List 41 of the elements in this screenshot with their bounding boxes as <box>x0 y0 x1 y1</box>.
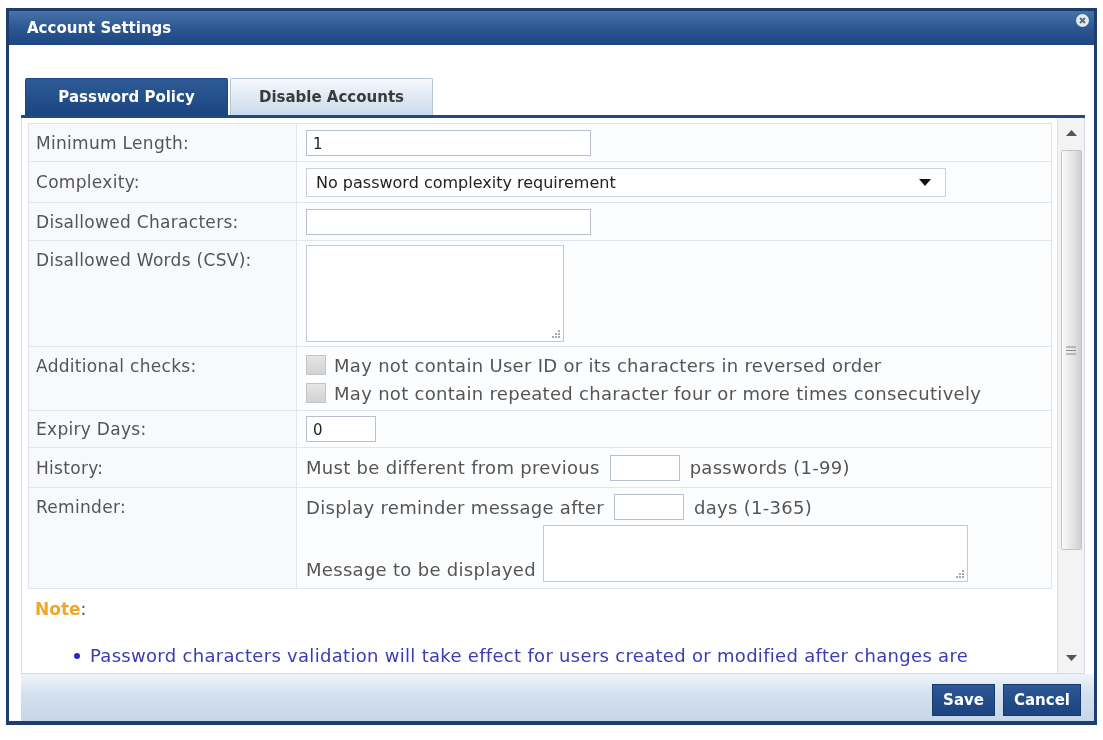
dialog-button[interactable]: Save <box>932 683 995 716</box>
field-label: Disallowed Characters: <box>36 211 239 232</box>
dialog-button[interactable]: Cancel <box>1003 683 1081 716</box>
resize-grip-icon[interactable] <box>551 329 560 338</box>
text-area[interactable] <box>542 525 968 582</box>
note-text: Password characters validation will take effect for users created or modified after changes are <box>90 645 969 666</box>
caret-icon <box>919 178 931 186</box>
field-text: passwords (1-99) <box>689 457 850 478</box>
field-text: Message to be displayed <box>306 559 536 580</box>
field-text: Display reminder message after <box>306 496 604 518</box>
tab[interactable]: Password Policy <box>25 78 228 115</box>
field-label: History: <box>36 457 104 478</box>
field-text: Must be different from previous <box>306 457 600 478</box>
note-heading: Note: <box>35 599 87 619</box>
field-label: Minimum Length: <box>36 132 190 153</box>
input-field[interactable]: 0 <box>306 416 376 442</box>
grip-lines-icon <box>1066 345 1076 355</box>
field-text: days (1-365) <box>693 496 813 518</box>
field-label: Complexity: <box>36 172 140 192</box>
input-field[interactable]: 1 <box>306 129 591 156</box>
input-field[interactable] <box>613 494 684 520</box>
input-field[interactable] <box>609 454 680 481</box>
close-icon[interactable] <box>1076 14 1089 27</box>
checkbox[interactable] <box>306 355 326 375</box>
window-title: Account Settings <box>27 19 172 37</box>
checkbox-label: May not contain repeated character four or more times consecutively <box>334 382 982 404</box>
dropdown[interactable]: No password complexity requirement <box>306 167 946 197</box>
field-label: Expiry Days: <box>36 419 147 439</box>
input-field[interactable] <box>306 208 591 235</box>
field-label: Reminder: <box>36 497 126 517</box>
tab[interactable]: Disable Accounts <box>230 78 433 115</box>
bullet-icon <box>74 652 80 659</box>
down-arrow-icon <box>1065 655 1077 661</box>
up-arrow-icon <box>1065 130 1077 136</box>
checkbox-label: May not contain User ID or its characters in reversed order <box>334 354 882 376</box>
text-area[interactable] <box>306 245 564 342</box>
resize-grip-icon[interactable] <box>954 569 964 578</box>
field-label: Disallowed Words (CSV): <box>36 250 252 270</box>
scrollbar-thumb[interactable] <box>1060 150 1082 550</box>
checkbox[interactable] <box>306 383 326 403</box>
field-label: Additional checks: <box>36 356 197 376</box>
